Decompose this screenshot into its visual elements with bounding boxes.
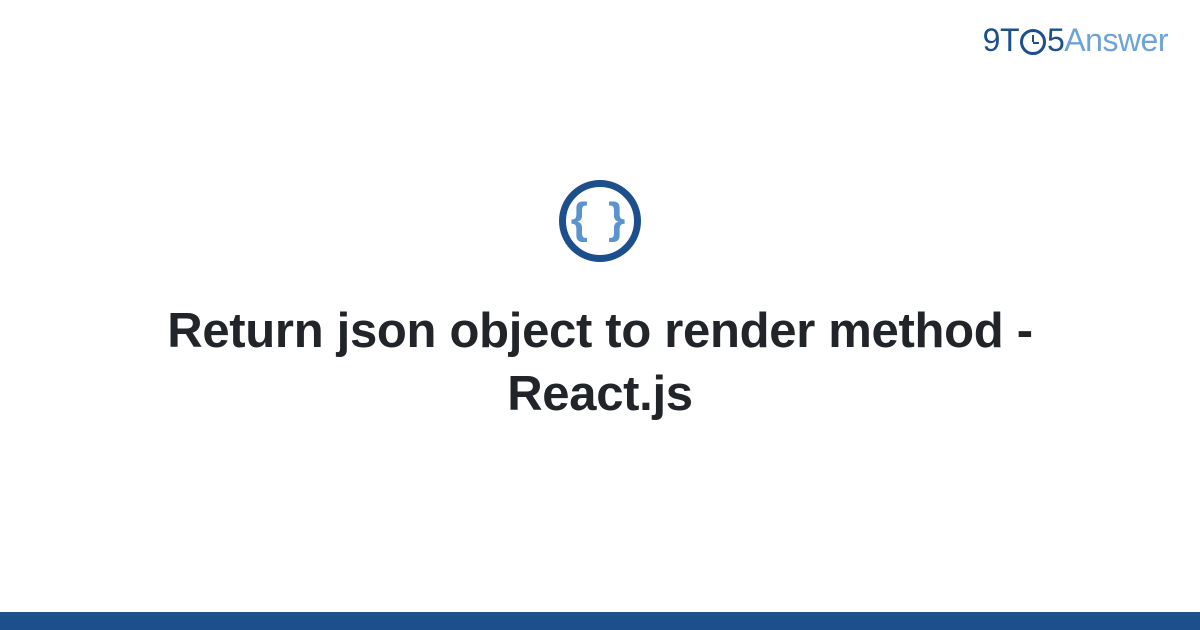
logo-text-5: 5 bbox=[1047, 22, 1064, 59]
site-logo: 9T 5 Answer bbox=[983, 22, 1168, 59]
logo-text-answer: Answer bbox=[1064, 22, 1168, 59]
category-icon-circle: { } bbox=[559, 180, 641, 262]
footer-bar bbox=[0, 612, 1200, 630]
clock-icon bbox=[1020, 29, 1046, 55]
page-title: Return json object to render method - Re… bbox=[140, 300, 1060, 425]
code-braces-icon: { } bbox=[571, 197, 629, 241]
logo-text-9t: 9T bbox=[983, 22, 1019, 59]
main-content: { } Return json object to render method … bbox=[0, 180, 1200, 425]
